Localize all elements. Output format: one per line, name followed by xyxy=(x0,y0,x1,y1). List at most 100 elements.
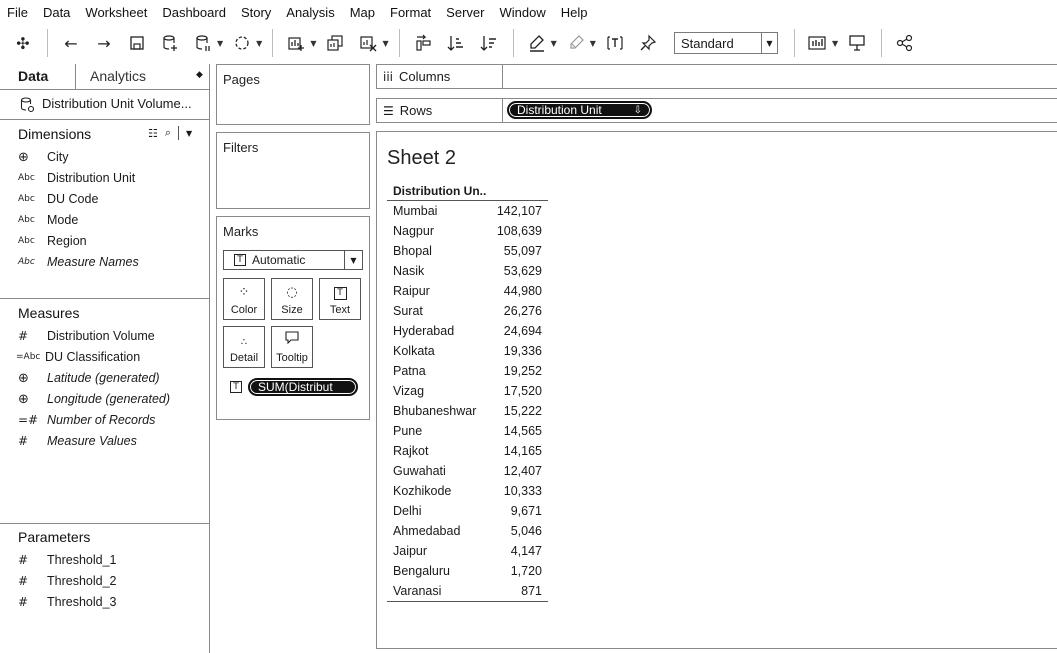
menu-file[interactable]: File xyxy=(0,5,36,20)
fit-select[interactable]: Standard ▼ xyxy=(673,32,778,54)
tab-data[interactable]: Data xyxy=(0,64,76,90)
table-header[interactable]: Distribution Un.. xyxy=(387,182,548,201)
table-row[interactable]: Nagpur 108,639 xyxy=(387,221,548,241)
table-row[interactable]: Pune 14,565 xyxy=(387,421,548,441)
field-measure-values[interactable]: # Measure Values xyxy=(18,431,137,451)
menu-help[interactable]: Help xyxy=(554,5,596,20)
datasource-item[interactable]: Distribution Unit Volume... xyxy=(20,96,192,113)
menu-data[interactable]: Data xyxy=(36,5,78,20)
caret-down-icon[interactable]: ▼ xyxy=(590,39,596,48)
field-mode[interactable]: Abc Mode xyxy=(18,210,78,230)
filters-card[interactable]: Filters xyxy=(216,132,370,209)
columns-shelf[interactable]: iii Columns xyxy=(376,64,1057,89)
caret-down-icon[interactable]: ▼ xyxy=(832,39,838,48)
field-du-classification[interactable]: =Abc DU Classification xyxy=(16,347,140,367)
param-threshold-3[interactable]: # Threshold_3 xyxy=(18,592,117,612)
fix-axes-pin-icon[interactable] xyxy=(637,32,659,54)
field-latitude[interactable]: ⊕ Latitude (generated) xyxy=(18,368,160,388)
redo-icon[interactable]: → xyxy=(93,32,115,54)
menu-server[interactable]: Server xyxy=(439,5,492,20)
caret-down-icon[interactable]: ▼ xyxy=(256,39,262,48)
show-cards-icon[interactable] xyxy=(807,32,829,54)
tooltip-button[interactable]: Tooltip xyxy=(271,326,313,368)
table-row[interactable]: Nasik 53,629 xyxy=(387,261,548,281)
text-button[interactable]: T Text xyxy=(319,278,361,320)
marks-pill[interactable]: SUM(Distribut xyxy=(248,378,358,396)
field-label: Threshold_1 xyxy=(47,553,117,567)
table-row[interactable]: Surat 26,276 xyxy=(387,301,548,321)
table-row[interactable]: Kozhikode 10,333 xyxy=(387,481,548,501)
pages-card[interactable]: Pages xyxy=(216,64,370,125)
caret-down-icon[interactable]: ▼ xyxy=(186,129,192,138)
field-distribution-volume[interactable]: # Distribution Volume xyxy=(18,326,155,346)
table-row[interactable]: Rajkot 14,165 xyxy=(387,441,548,461)
rows-pill[interactable]: Distribution Unit ⇩ xyxy=(507,101,652,119)
menu-story[interactable]: Story xyxy=(234,5,279,20)
size-button[interactable]: ◌ Size xyxy=(271,278,313,320)
duplicate-sheet-icon[interactable] xyxy=(324,32,346,54)
table-row[interactable]: Jaipur 4,147 xyxy=(387,541,548,561)
field-number-of-records[interactable]: =# Number of Records xyxy=(18,410,155,430)
menu-dashboard[interactable]: Dashboard xyxy=(155,5,234,20)
new-datasource-icon[interactable] xyxy=(159,32,181,54)
table-row[interactable]: Bhopal 55,097 xyxy=(387,241,548,261)
rows-shelf[interactable]: ☰ Rows Distribution Unit ⇩ xyxy=(376,98,1057,123)
field-du-code[interactable]: Abc DU Code xyxy=(18,189,98,209)
sort-descending-icon[interactable] xyxy=(478,32,500,54)
highlight-icon[interactable] xyxy=(526,32,548,54)
caret-down-icon[interactable]: ▼ xyxy=(551,39,557,48)
table-row[interactable]: Hyderabad 24,694 xyxy=(387,321,548,341)
menu-analysis[interactable]: Analysis xyxy=(279,5,342,20)
caret-down-icon[interactable]: ▼ xyxy=(382,39,388,48)
sort-icon: ⇩ xyxy=(633,104,642,116)
param-threshold-2[interactable]: # Threshold_2 xyxy=(18,571,117,591)
table-row[interactable]: Vizag 17,520 xyxy=(387,381,548,401)
table-row[interactable]: Varanasi 871 xyxy=(387,581,548,601)
menu-format[interactable]: Format xyxy=(383,5,439,20)
field-distribution-unit[interactable]: Abc Distribution Unit xyxy=(18,168,135,188)
field-region[interactable]: Abc Region xyxy=(18,231,87,251)
sort-ascending-icon[interactable] xyxy=(445,32,467,54)
table-row[interactable]: Delhi 9,671 xyxy=(387,501,548,521)
field-longitude[interactable]: ⊕ Longitude (generated) xyxy=(18,389,170,409)
view-list-icon[interactable]: ☷ xyxy=(148,127,158,140)
refresh-icon[interactable] xyxy=(231,32,253,54)
table-row[interactable]: Ahmedabad 5,046 xyxy=(387,521,548,541)
presentation-mode-icon[interactable] xyxy=(846,32,868,54)
field-city[interactable]: ⊕ City xyxy=(18,147,69,167)
clear-sheet-icon[interactable] xyxy=(357,32,379,54)
show-mark-labels-icon[interactable] xyxy=(604,32,626,54)
up-down-caret-icon[interactable]: ◆ xyxy=(196,70,203,80)
toolbar-divider xyxy=(272,29,274,57)
swap-rows-columns-icon[interactable] xyxy=(412,32,434,54)
table-row[interactable]: Bhubaneshwar 15,222 xyxy=(387,401,548,421)
color-button[interactable]: ⁘ Color xyxy=(223,278,265,320)
caret-down-icon[interactable]: ▼ xyxy=(344,251,362,269)
caret-down-icon[interactable]: ▼ xyxy=(760,33,777,53)
save-icon[interactable] xyxy=(126,32,148,54)
field-measure-names[interactable]: Abc Measure Names xyxy=(18,252,139,272)
caret-down-icon[interactable]: ▼ xyxy=(217,39,223,48)
tableau-logo-icon[interactable]: ✣ xyxy=(12,32,34,54)
menu-worksheet[interactable]: Worksheet xyxy=(78,5,155,20)
menu-map[interactable]: Map xyxy=(343,5,383,20)
table-row[interactable]: Patna 19,252 xyxy=(387,361,548,381)
table-row[interactable]: Raipur 44,980 xyxy=(387,281,548,301)
undo-icon[interactable]: ← xyxy=(60,32,82,54)
field-label: Distribution Unit xyxy=(47,171,136,185)
mark-type-select[interactable]: T Automatic ▼ xyxy=(223,250,363,270)
table-row[interactable]: Kolkata 19,336 xyxy=(387,341,548,361)
share-icon[interactable] xyxy=(894,32,916,54)
detail-button[interactable]: ∴ Detail xyxy=(223,326,265,368)
table-row[interactable]: Bengaluru 1,720 xyxy=(387,561,548,581)
menu-window[interactable]: Window xyxy=(492,5,553,20)
search-icon[interactable]: ⌕ xyxy=(165,126,171,140)
group-members-icon[interactable] xyxy=(565,32,587,54)
pause-updates-icon[interactable] xyxy=(192,32,214,54)
new-worksheet-icon[interactable] xyxy=(285,32,307,54)
table-row[interactable]: Guwahati 12,407 xyxy=(387,461,548,481)
table-row[interactable]: Mumbai 142,107 xyxy=(387,201,548,221)
tab-analytics[interactable]: Analytics xyxy=(90,68,146,84)
param-threshold-1[interactable]: # Threshold_1 xyxy=(18,550,117,570)
caret-down-icon[interactable]: ▼ xyxy=(310,39,316,48)
